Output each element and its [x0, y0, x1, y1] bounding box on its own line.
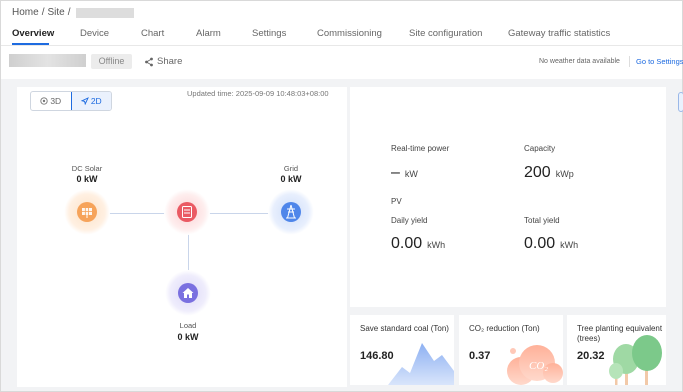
tab-overview[interactable]: Overview: [12, 28, 54, 39]
view-2d-label: 2D: [90, 96, 102, 106]
total-yield-value: 0.00: [524, 235, 556, 252]
realtime-power-label: Real-time power: [391, 144, 450, 153]
tab-commissioning[interactable]: Commissioning: [317, 28, 382, 39]
solar-value: 0 kW: [76, 174, 98, 184]
updated-time: Updated time: 2025-09-09 10:48:03+08:00: [187, 89, 329, 98]
realtime-power-value: –: [391, 164, 400, 181]
co2-cloud-icon: CO₂: [507, 345, 563, 385]
daily-yield-value: 0.00: [391, 235, 423, 252]
share-label: Share: [157, 56, 183, 67]
weather-status: No weather data available: [539, 58, 620, 65]
tab-chart[interactable]: Chart: [141, 28, 164, 39]
inverter-node[interactable]: [164, 189, 210, 235]
navigation-arrow-icon: [80, 97, 89, 105]
co2-reduction-value: 0.37: [469, 350, 491, 362]
solar-node[interactable]: [64, 189, 110, 235]
tab-divider: [1, 45, 682, 46]
coal-saving-value: 146.80: [360, 350, 394, 362]
coal-saving-card: Save standard coal (Ton) 146.80: [350, 315, 454, 385]
cube-icon: [40, 97, 48, 105]
tree-planting-title: Tree planting equivalent (trees): [577, 324, 663, 343]
pv-section-label: PV: [391, 197, 402, 206]
tree-planting-value: 20.32: [577, 350, 605, 362]
power-stats-card: Real-time power – kW Capacity 200 kWp PV D…: [350, 87, 666, 307]
status-badge: Offline: [91, 54, 132, 69]
page: Home / Site / Overview Device Chart Alar…: [0, 0, 683, 392]
solar-label: DC Solar: [71, 164, 103, 173]
capacity-value-row: 200 kWp: [524, 164, 574, 182]
energy-flow-card: 3D 2D Updated time: 2025-09-09 10:48:03+…: [17, 87, 347, 387]
grid-node[interactable]: [268, 189, 314, 235]
view-toggle: 3D 2D: [30, 91, 112, 111]
tab-gateway-traffic-statistics[interactable]: Gateway traffic statistics: [508, 28, 610, 39]
total-yield-label: Total yield: [524, 216, 560, 225]
capacity-value: 200: [524, 164, 551, 181]
inverter-icon: [177, 202, 197, 222]
breadcrumb-home[interactable]: Home: [12, 7, 39, 18]
tree-planting-card: Tree planting equivalent (trees) 20.32: [567, 315, 666, 385]
capacity-label: Capacity: [524, 144, 556, 153]
mountain-icon: [388, 343, 454, 385]
co2-art-text: CO₂: [529, 360, 548, 372]
grid-value: 0 kW: [280, 174, 302, 184]
total-yield-value-row: 0.00 kWh: [524, 235, 578, 253]
tab-settings[interactable]: Settings: [252, 28, 286, 39]
side-panel-toggle[interactable]: [678, 92, 683, 112]
breadcrumb-site[interactable]: Site: [47, 7, 64, 18]
tab-alarm[interactable]: Alarm: [196, 28, 221, 39]
home-icon: [178, 283, 198, 303]
share-button[interactable]: Share: [144, 56, 182, 67]
share-icon: [145, 57, 153, 66]
site-name-redacted: [9, 54, 86, 67]
load-label: Load: [179, 321, 197, 330]
tab-bar: Overview Device Chart Alarm Settings Com…: [1, 24, 682, 45]
go-to-settings-link[interactable]: Go to Settings: [636, 57, 683, 66]
daily-yield-value-row: 0.00 kWh: [391, 235, 445, 253]
tab-site-configuration[interactable]: Site configuration: [409, 28, 482, 39]
header: Home / Site / Overview Device Chart Alar…: [1, 1, 683, 79]
view-3d-button[interactable]: 3D: [31, 92, 71, 110]
load-value: 0 kW: [177, 332, 199, 342]
solar-panel-icon: [77, 202, 97, 222]
divider: [629, 56, 630, 67]
daily-yield-label: Daily yield: [391, 216, 428, 225]
view-2d-button[interactable]: 2D: [70, 92, 111, 110]
breadcrumb: Home / Site /: [12, 7, 135, 18]
view-3d-label: 3D: [50, 96, 62, 106]
load-node[interactable]: [165, 270, 211, 316]
total-yield-unit: kWh: [560, 240, 579, 250]
realtime-power-unit: kW: [404, 169, 418, 179]
tab-device[interactable]: Device: [80, 28, 109, 39]
capacity-unit: kWp: [555, 169, 574, 179]
grid-label: Grid: [283, 164, 299, 173]
coal-saving-title: Save standard coal (Ton): [360, 324, 449, 333]
daily-yield-unit: kWh: [427, 240, 446, 250]
co2-reduction-card: CO₂ CO₂ reduction (Ton) 0.37: [459, 315, 563, 385]
co2-reduction-title: CO₂ reduction (Ton): [469, 324, 540, 333]
power-tower-icon: [281, 202, 301, 222]
breadcrumb-separator: /: [67, 7, 71, 18]
realtime-power-value-row: – kW: [391, 164, 418, 182]
breadcrumb-separator: /: [41, 7, 45, 18]
breadcrumb-site-name-redacted: [76, 7, 135, 18]
